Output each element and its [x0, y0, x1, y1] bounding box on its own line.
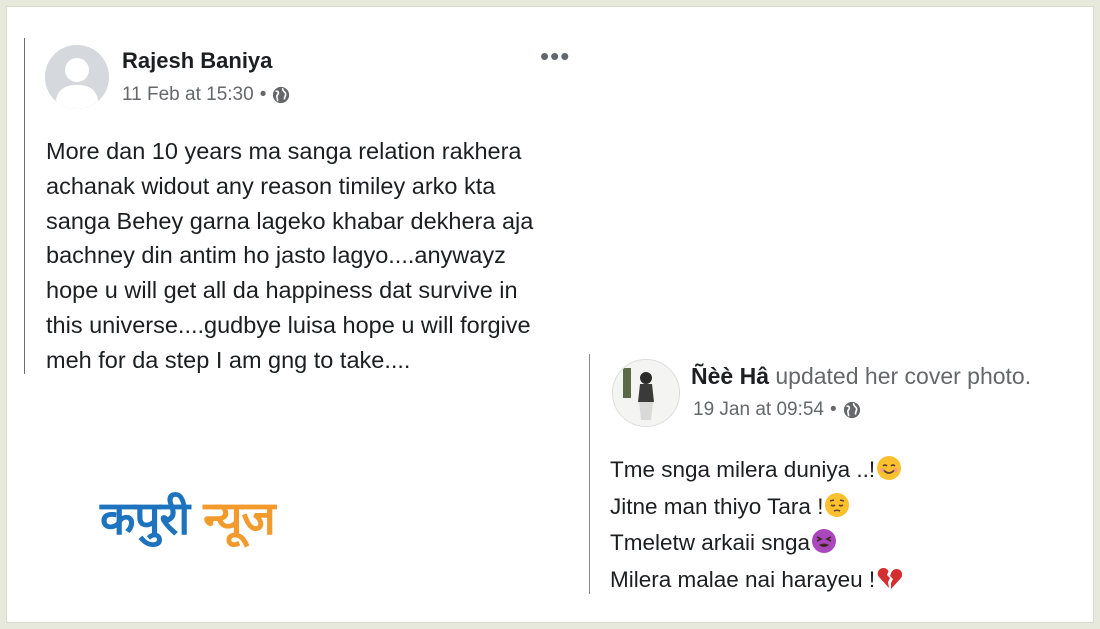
- globe-icon[interactable]: [272, 86, 290, 104]
- post-line-text: Jitne man thiyo Tara !: [610, 493, 824, 519]
- logo-word-kapuri: कपुरी: [100, 491, 190, 545]
- post-author-line: Ñèè Hâ updated her cover photo.: [691, 363, 1031, 390]
- meta-separator: •: [259, 84, 267, 105]
- logo-word-news: न्यूज: [203, 491, 275, 545]
- meta-separator: •: [830, 399, 837, 420]
- post-line: achanak widout any reason timiley arko k…: [46, 172, 496, 199]
- post-line-text: Tmeletw arkaii snga: [610, 530, 811, 555]
- pensive-face-icon: [825, 492, 850, 517]
- post-nee-ha: Ñèè Hâ updated her cover photo. 19 Jan a…: [589, 354, 1095, 594]
- post-line: meh for da step I am gng to take....: [46, 346, 411, 373]
- post-line-text: Milera malae nai harayeu !: [610, 566, 876, 592]
- post-action: updated her cover photo.: [768, 363, 1032, 389]
- post-body: Tme snga milera duniya ..! Jitne man thi…: [610, 452, 1090, 598]
- post-line: this universe....gudbye luisa hope u wil…: [46, 311, 531, 338]
- profile-photo-icon: [613, 360, 679, 426]
- post-line: bachney din antim ho jasto lagyo....anyw…: [46, 242, 506, 269]
- more-options-icon[interactable]: •••: [540, 43, 570, 69]
- post-author-name[interactable]: Rajesh Baniya: [122, 48, 272, 74]
- post-line: Tme snga milera duniya ..!: [610, 452, 1090, 489]
- post-rajesh: Rajesh Baniya 11 Feb at 15:30 • ••• More…: [24, 38, 585, 374]
- post-line: More dan 10 years ma sanga relation rakh…: [46, 138, 522, 164]
- tired-face-icon: [812, 529, 837, 553]
- default-avatar-icon: [45, 45, 109, 109]
- post-line: hope u will get all da happiness dat sur…: [46, 277, 518, 304]
- post-line: Milera malae nai harayeu !: [610, 562, 1090, 599]
- post-author-name[interactable]: Ñèè Hâ: [691, 363, 769, 389]
- post-timestamp[interactable]: 11 Feb at 15:30: [122, 84, 254, 106]
- post-body: More dan 10 years ma sanga relation rakh…: [46, 134, 586, 378]
- avatar-default[interactable]: [45, 45, 109, 109]
- post-line: Jitne man thiyo Tara !: [610, 489, 1090, 526]
- broken-heart-icon: [877, 567, 903, 589]
- post-timestamp[interactable]: 19 Jan at 09:54: [693, 399, 824, 421]
- kapuri-news-logo: कपुरी न्यूज: [100, 488, 276, 548]
- post-line-text: Tme snga milera duniya ..!: [610, 457, 876, 482]
- globe-icon[interactable]: [843, 401, 861, 419]
- avatar-photo[interactable]: [612, 359, 680, 427]
- post-meta: 11 Feb at 15:30 •: [122, 84, 290, 106]
- post-line: Tmeletw arkaii snga: [610, 525, 1090, 562]
- post-line: sanga Behey garna lageko khabar dekhera …: [46, 207, 534, 234]
- smiling-face-icon: [877, 456, 902, 480]
- post-meta: 19 Jan at 09:54 •: [693, 399, 861, 421]
